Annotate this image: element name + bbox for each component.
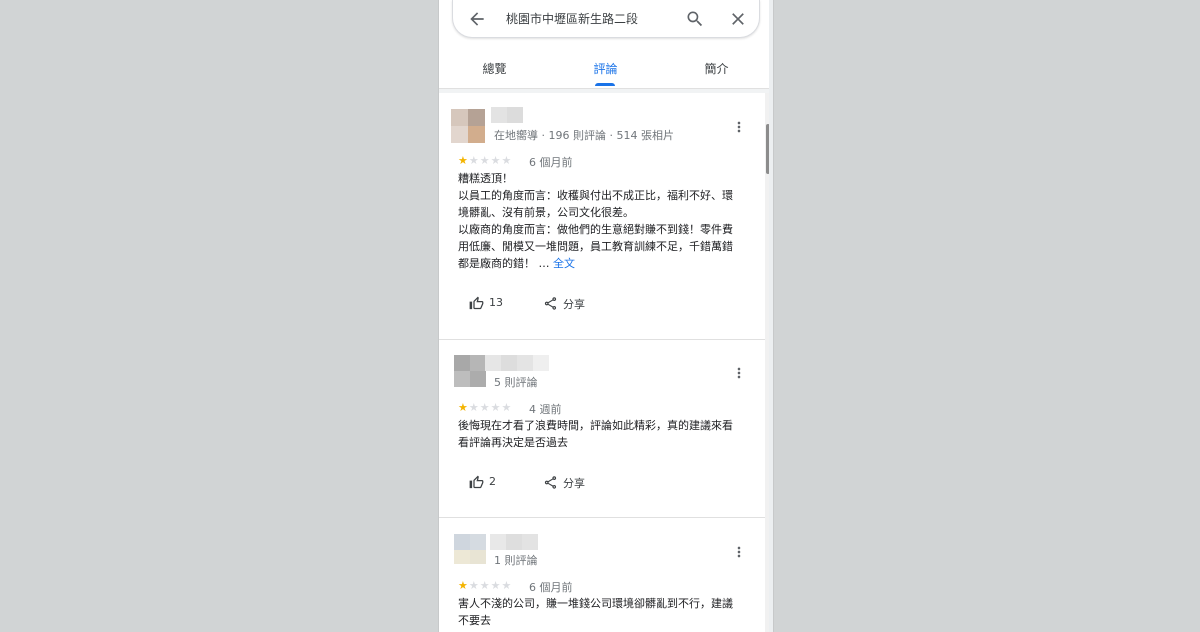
star-empty-icon: ★ — [468, 154, 480, 167]
star-empty-icon: ★ — [468, 579, 480, 592]
maps-panel: 桃園市中壢區新生路二段六和機 總覽 評論 簡介 在地嚮導 · 196 則評論 · — [438, 0, 774, 632]
search-input[interactable]: 桃園市中壢區新生路二段六和機 — [506, 10, 638, 28]
star-empty-icon: ★ — [501, 154, 513, 167]
star-filled-icon: ★ — [458, 154, 469, 167]
star-rating: ★★★★★ — [458, 580, 512, 592]
thumbs-up-icon — [469, 296, 484, 310]
review-text: 害人不淺的公司，賺一堆錢公司環境卻髒亂到不行，建議 不要去 — [458, 595, 748, 629]
thumbs-up-icon — [469, 475, 484, 489]
star-filled-icon: ★ — [458, 579, 469, 592]
review-line: 以廠商的角度而言：做他們的生意絕對賺不到錢！零件費 — [458, 223, 733, 236]
share-icon — [544, 297, 557, 310]
like-count: 2 — [489, 475, 496, 488]
star-empty-icon: ★ — [468, 401, 480, 414]
share-label: 分享 — [563, 477, 585, 490]
read-more-link[interactable]: 全文 — [553, 257, 575, 270]
review-time: 4 週前 — [529, 403, 562, 416]
close-icon[interactable] — [728, 9, 748, 29]
star-empty-icon: ★ — [501, 401, 513, 414]
review-line: 糟糕透頂！ — [458, 172, 513, 185]
review-line: 以員工的角度而言：收穫與付出不成正比，福利不好、環 — [458, 189, 733, 202]
star-empty-icon: ★ — [490, 154, 502, 167]
like-count: 13 — [489, 296, 503, 309]
star-rating: ★★★★★ — [458, 155, 512, 167]
search-icon[interactable] — [685, 9, 705, 29]
star-empty-icon: ★ — [490, 401, 502, 414]
avatar[interactable] — [451, 109, 485, 143]
search-bar[interactable]: 桃園市中壢區新生路二段六和機 — [452, 0, 760, 38]
share-label: 分享 — [563, 298, 585, 311]
reviewer-meta: 在地嚮導 · 196 則評論 · 514 張相片 — [494, 129, 674, 142]
arrow-left-icon[interactable] — [467, 9, 487, 29]
review-text: 糟糕透頂！ 以員工的角度而言：收穫與付出不成正比，福利不好、環 境髒亂、沒有前景… — [458, 170, 748, 272]
more-vert-icon[interactable] — [731, 544, 747, 560]
review-line: 後悔現在才看了浪費時間，評論如此精彩，真的建議來看 — [458, 419, 733, 432]
review-line: 境髒亂、沒有前景，公司文化很差。 — [458, 206, 634, 219]
review-line: 用低廉、閒模又一堆問題，員工教育訓練不足，千錯萬錯 — [458, 240, 733, 253]
star-rating: ★★★★★ — [458, 402, 512, 414]
review-text: 後悔現在才看了浪費時間，評論如此精彩，真的建議來看 看評論再決定是否過去 — [458, 417, 748, 451]
star-empty-icon: ★ — [479, 154, 491, 167]
avatar[interactable] — [454, 355, 488, 389]
reviewer-meta: 1 則評論 — [494, 554, 538, 567]
star-filled-icon: ★ — [458, 401, 469, 414]
map-edge — [769, 0, 773, 632]
star-empty-icon: ★ — [479, 579, 491, 592]
star-empty-icon: ★ — [490, 579, 502, 592]
more-vert-icon[interactable] — [731, 119, 747, 135]
avatar[interactable] — [454, 534, 488, 568]
star-empty-icon: ★ — [479, 401, 491, 414]
review-card: 5 則評論 ★★★★★ 4 週前 後悔現在才看了浪費時間，評論如此精彩，真的建議… — [439, 340, 765, 517]
tab-about[interactable]: 簡介 — [661, 52, 772, 88]
review-line: 看評論再決定是否過去 — [458, 436, 568, 449]
review-time: 6 個月前 — [529, 581, 573, 594]
review-line: 不要去 — [458, 614, 491, 627]
share-icon — [544, 476, 557, 489]
review-time: 6 個月前 — [529, 156, 573, 169]
review-line: 都是廠商的錯！ … — [458, 257, 550, 270]
star-empty-icon: ★ — [501, 579, 513, 592]
review-card: 1 則評論 ★★★★★ 6 個月前 害人不淺的公司，賺一堆錢公司環境卻髒亂到不行… — [439, 518, 765, 632]
reviewer-meta: 5 則評論 — [494, 376, 538, 389]
more-vert-icon[interactable] — [731, 365, 747, 381]
review-line: 害人不淺的公司，賺一堆錢公司環境卻髒亂到不行，建議 — [458, 597, 733, 610]
active-tab-indicator — [595, 83, 615, 86]
tab-overview[interactable]: 總覽 — [439, 52, 550, 88]
review-card: 在地嚮導 · 196 則評論 · 514 張相片 ★★★★★ 6 個月前 糟糕透… — [439, 93, 765, 339]
